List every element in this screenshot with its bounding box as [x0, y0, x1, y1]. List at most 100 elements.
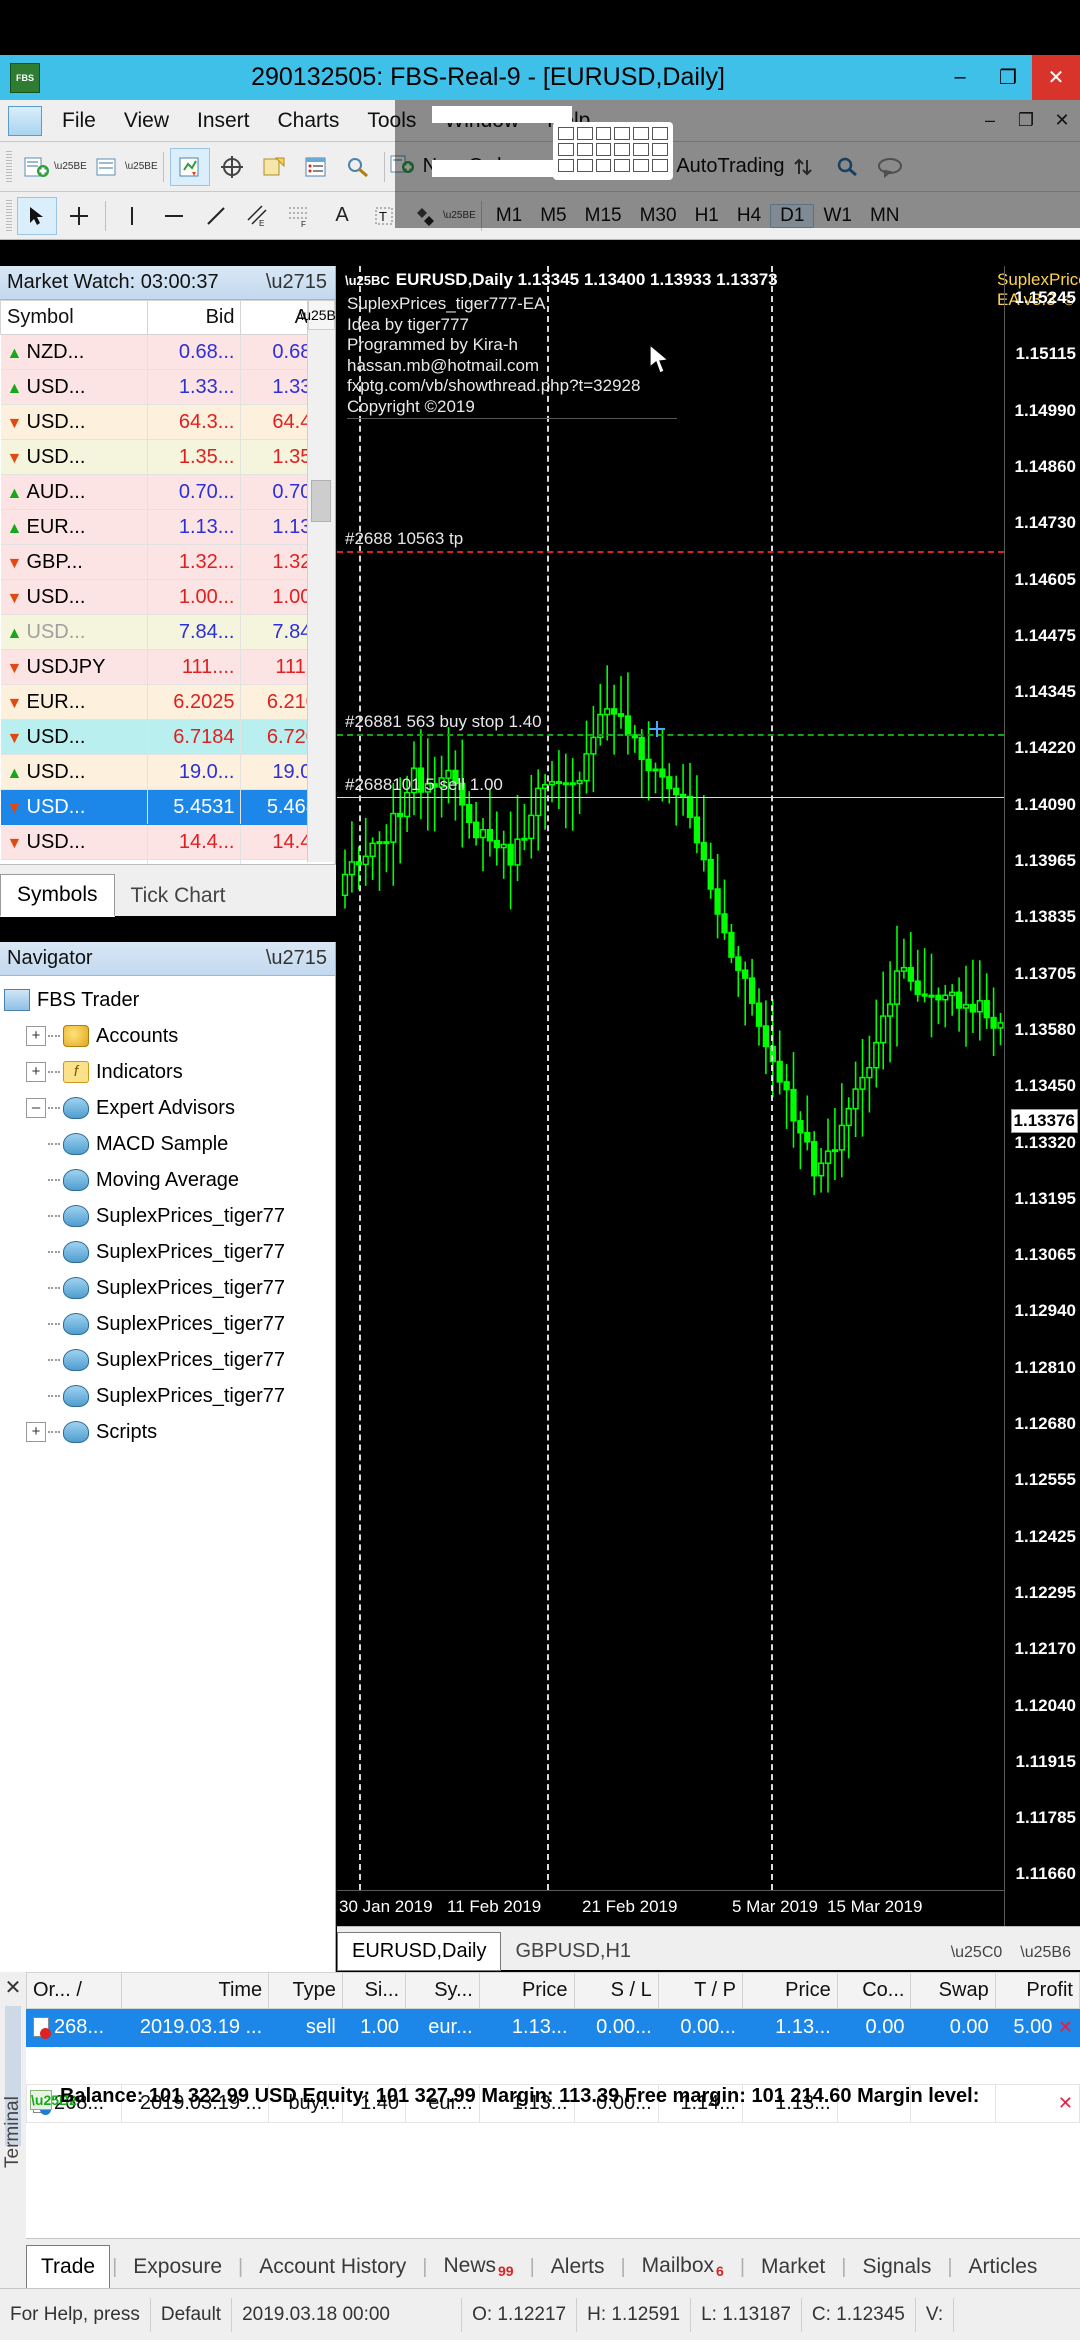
- terminal-column-header[interactable]: Co...: [837, 1973, 911, 2009]
- strategy-tester-icon[interactable]: [338, 148, 378, 186]
- menu-item-charts[interactable]: Charts: [264, 109, 354, 133]
- close-order-icon[interactable]: ✕: [1058, 2093, 1073, 2113]
- horizontal-line-icon[interactable]: [154, 197, 194, 235]
- expert-advisor-item[interactable]: SuplexPrices_tiger77: [4, 1234, 335, 1270]
- order-line-tp[interactable]: [337, 551, 1004, 553]
- terminal-tab-articles[interactable]: Articles: [955, 2246, 1052, 2288]
- market-watch-row[interactable]: ▲NZD...0.68...0.68...: [1, 335, 335, 370]
- menu-item-insert[interactable]: Insert: [183, 109, 264, 133]
- expander-accounts[interactable]: +: [26, 1026, 46, 1046]
- tree-node-expert-advisors[interactable]: – Expert Advisors: [4, 1090, 335, 1126]
- tree-root-fbs-trader[interactable]: FBS Trader: [4, 982, 335, 1018]
- column-symbol[interactable]: Symbol: [1, 301, 148, 335]
- close-order-icon[interactable]: ✕: [1058, 2017, 1073, 2037]
- terminal-column-header[interactable]: Profit: [995, 1973, 1079, 2009]
- data-window-icon[interactable]: [254, 148, 294, 186]
- chart-tab-gbpusd-h1[interactable]: GBPUSD,H1: [501, 1933, 645, 1970]
- market-watch-row[interactable]: ▲USD...19.0...19.0...: [1, 755, 335, 790]
- expert-advisor-item[interactable]: MACD Sample: [4, 1126, 335, 1162]
- market-watch-row[interactable]: ▼USD...6.71846.7202: [1, 720, 335, 755]
- price-axis[interactable]: 1.152451.151151.149901.148601.147301.146…: [1004, 266, 1080, 1926]
- market-watch-row[interactable]: ▼EUR...6.20256.2105: [1, 685, 335, 720]
- menu-item-view[interactable]: View: [110, 109, 183, 133]
- tree-node-scripts[interactable]: + Scripts: [4, 1414, 335, 1450]
- market-watch-row[interactable]: ▼USD...1.00...1.00...: [1, 580, 335, 615]
- market-watch-row[interactable]: ▲USD...1.33...1.33...: [1, 370, 335, 405]
- expert-advisor-item[interactable]: SuplexPrices_tiger77: [4, 1270, 335, 1306]
- column-bid[interactable]: Bid: [147, 301, 241, 335]
- tree-node-accounts[interactable]: + Accounts: [4, 1018, 335, 1054]
- expert-advisor-item[interactable]: Moving Average: [4, 1162, 335, 1198]
- navigator-close-icon[interactable]: \u2715: [266, 947, 327, 970]
- market-watch-row[interactable]: ▲EUR...1.13...1.13...: [1, 510, 335, 545]
- chart-panel[interactable]: \u25BCEURUSD,Daily 1.13345 1.13400 1.139…: [337, 266, 1080, 1926]
- expert-advisor-item[interactable]: SuplexPrices_tiger77: [4, 1342, 335, 1378]
- chart-tab-eurusd-daily[interactable]: EURUSD,Daily: [337, 1932, 501, 1971]
- minimize-button[interactable]: –: [936, 55, 984, 100]
- trade-row[interactable]: 268...2019.03.19 ...sell1.00eur...1.13..…: [27, 2009, 1080, 2047]
- profiles-icon[interactable]: [88, 148, 128, 186]
- tab-symbols[interactable]: Symbols: [0, 874, 115, 917]
- market-watch-row[interactable]: ▲AUD...0.70...0.70...: [1, 475, 335, 510]
- time-axis[interactable]: 30 Jan 201911 Feb 201921 Feb 20195 Mar 2…: [337, 1890, 1004, 1926]
- terminal-column-header[interactable]: Swap: [911, 1973, 995, 2009]
- terminal-icon[interactable]: [296, 148, 336, 186]
- scroll-up-icon[interactable]: \u25B2: [308, 300, 335, 330]
- terminal-column-header[interactable]: T / P: [658, 1973, 742, 2009]
- terminal-tab-mailbox[interactable]: Mailbox6: [628, 2245, 738, 2288]
- terminal-column-header[interactable]: Time: [121, 1973, 268, 2009]
- terminal-column-header[interactable]: Si...: [342, 1973, 405, 2009]
- chart-canvas[interactable]: \u25BCEURUSD,Daily 1.13345 1.13400 1.139…: [337, 266, 1080, 1926]
- order-line-buy-stop[interactable]: [337, 734, 1004, 736]
- terminal-tab-signals[interactable]: Signals: [848, 2246, 945, 2288]
- profiles-dropdown-icon[interactable]: \u25BE: [125, 161, 158, 172]
- new-chart-icon[interactable]: [17, 148, 57, 186]
- terminal-tab-market[interactable]: Market: [747, 2246, 839, 2288]
- restore-button[interactable]: ❐: [984, 55, 1032, 100]
- market-watch-row[interactable]: ▼USDJPY111....111....: [1, 650, 335, 685]
- expander-scripts[interactable]: +: [26, 1422, 46, 1442]
- market-watch-row[interactable]: ▼USD...64.3...64.4...: [1, 405, 335, 440]
- terminal-column-header[interactable]: Or... /: [27, 1973, 122, 2009]
- expert-advisor-item[interactable]: SuplexPrices_tiger77: [4, 1306, 335, 1342]
- order-line-sell[interactable]: [337, 797, 1004, 798]
- fibonacci-icon[interactable]: F: [280, 197, 320, 235]
- tab-tick-chart[interactable]: Tick Chart: [115, 876, 242, 916]
- tree-node-indicators[interactable]: + f Indicators: [4, 1054, 335, 1090]
- chart-crosshair-marker[interactable]: [649, 721, 665, 737]
- expander-expert-advisors[interactable]: –: [26, 1098, 46, 1118]
- new-chart-dropdown-icon[interactable]: \u25BE: [54, 161, 87, 172]
- market-watch-row[interactable]: ▼GBP...1.32...1.32...: [1, 545, 335, 580]
- navigator-icon[interactable]: [212, 148, 252, 186]
- cursor-icon[interactable]: [17, 197, 57, 235]
- market-watch-row[interactable]: ▼USD...14.4...14.4...: [1, 825, 335, 860]
- crosshair-icon[interactable]: [59, 197, 99, 235]
- trendline-icon[interactable]: [196, 197, 236, 235]
- close-button[interactable]: ✕: [1032, 55, 1080, 100]
- text-icon[interactable]: A: [322, 197, 362, 235]
- toolbar2-grip[interactable]: [6, 200, 12, 232]
- terminal-column-header[interactable]: Price: [742, 1973, 837, 2009]
- terminal-column-header[interactable]: Type: [269, 1973, 343, 2009]
- terminal-column-header[interactable]: Sy...: [406, 1973, 480, 2009]
- chart-tab-next-icon[interactable]: \u25B6: [1011, 1944, 1080, 1962]
- market-watch-row[interactable]: ▼USD...1.35...1.35...: [1, 440, 335, 475]
- scrollbar-thumb[interactable]: [311, 480, 331, 522]
- vertical-line-icon[interactable]: [112, 197, 152, 235]
- terminal-tab-trade[interactable]: Trade: [26, 2245, 110, 2289]
- close-icon[interactable]: \u2715: [266, 271, 327, 294]
- terminal-column-header[interactable]: S / L: [574, 1973, 658, 2009]
- terminal-tab-exposure[interactable]: Exposure: [119, 2246, 236, 2288]
- menu-item-file[interactable]: File: [48, 109, 110, 133]
- expert-advisor-item[interactable]: SuplexPrices_tiger77: [4, 1198, 335, 1234]
- terminal-tab-account-history[interactable]: Account History: [245, 2246, 420, 2288]
- market-watch-row[interactable]: ▼USD...5.45315.4687: [1, 790, 335, 825]
- terminal-tab-news[interactable]: News99: [429, 2245, 527, 2288]
- market-watch-icon[interactable]: [170, 148, 210, 186]
- expander-indicators[interactable]: +: [26, 1062, 46, 1082]
- terminal-column-header[interactable]: Price: [479, 1973, 574, 2009]
- toolbar-grip[interactable]: [6, 151, 12, 183]
- chart-collapse-icon[interactable]: \u25BC: [345, 273, 390, 288]
- terminal-tab-alerts[interactable]: Alerts: [537, 2246, 619, 2288]
- chart-tab-prev-icon[interactable]: \u25C0: [942, 1944, 1012, 1962]
